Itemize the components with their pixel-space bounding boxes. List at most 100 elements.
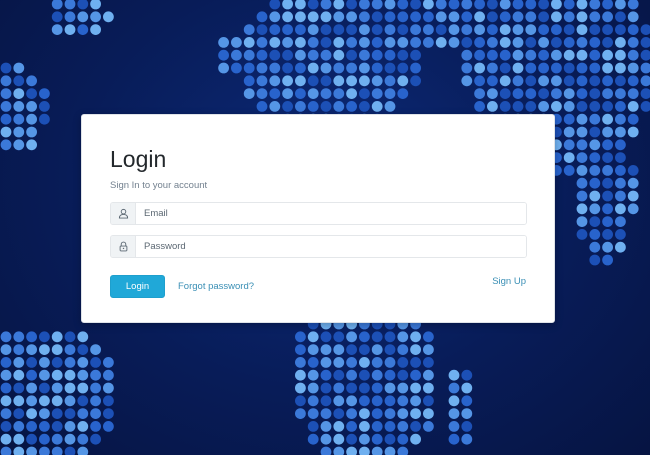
map-dot (640, 24, 650, 35)
map-dot (295, 382, 306, 394)
map-dot (563, 101, 575, 112)
map-dot (602, 0, 613, 10)
map-dot (525, 49, 537, 61)
map-dot (346, 101, 357, 112)
map-dot (39, 344, 50, 355)
map-dot (589, 11, 601, 23)
map-dot (77, 395, 89, 407)
map-dot (77, 382, 89, 394)
password-field-group (110, 235, 527, 258)
map-dot (512, 75, 524, 87)
map-dot (295, 0, 306, 10)
map-dot (487, 37, 498, 48)
map-dot (64, 433, 76, 445)
map-dot (563, 0, 575, 10)
map-dot (295, 331, 306, 343)
map-dot (423, 344, 434, 355)
map-dot (320, 433, 332, 445)
map-dot (359, 0, 370, 10)
map-dot (295, 395, 306, 407)
map-dot (307, 24, 319, 35)
map-dot (295, 49, 306, 61)
map-dot (615, 177, 626, 189)
map-dot (538, 62, 549, 74)
map-dot (90, 369, 101, 381)
map-dot (487, 49, 498, 61)
map-dot (371, 331, 383, 343)
map-dot (589, 203, 601, 215)
map-dot (0, 382, 12, 394)
map-dot (256, 75, 268, 87)
map-dot (320, 382, 332, 394)
map-dot (397, 37, 409, 48)
map-dot (448, 408, 460, 419)
map-dot (0, 446, 12, 455)
map-dot (13, 369, 25, 381)
map-dot (13, 408, 25, 419)
map-dot (320, 37, 332, 48)
map-dot (615, 216, 626, 228)
map-dot (551, 11, 562, 23)
map-dot (346, 24, 357, 35)
map-dot (333, 11, 345, 23)
map-dot (346, 331, 357, 343)
map-dot (51, 433, 63, 445)
map-dot (627, 165, 639, 176)
map-dot (320, 395, 332, 407)
map-dot (602, 139, 613, 151)
map-dot (384, 49, 396, 61)
map-dot (448, 395, 460, 407)
map-dot (499, 11, 511, 23)
login-button[interactable]: Login (110, 275, 165, 298)
map-dot (627, 190, 639, 202)
map-dot (525, 37, 537, 48)
map-dot (512, 62, 524, 74)
map-dot (64, 0, 76, 10)
map-dot (26, 382, 37, 394)
forgot-password-link[interactable]: Forgot password? (178, 281, 254, 292)
map-dot (371, 75, 383, 87)
map-dot (0, 369, 12, 381)
map-dot (320, 75, 332, 87)
map-dot (602, 101, 613, 112)
map-dot (77, 408, 89, 419)
map-dot (307, 408, 319, 419)
map-dot (64, 382, 76, 394)
map-dot (563, 49, 575, 61)
map-dot (627, 0, 639, 10)
map-dot (333, 37, 345, 48)
map-dot (103, 395, 114, 407)
map-dot (90, 0, 101, 10)
map-dot (615, 101, 626, 112)
map-dot (487, 24, 498, 35)
map-dot (627, 113, 639, 125)
map-dot (77, 0, 89, 10)
map-dot (551, 88, 562, 99)
map-dot (538, 75, 549, 87)
map-dot (589, 241, 601, 253)
map-dot (448, 0, 460, 10)
map-dot (640, 75, 650, 87)
map-dot (410, 24, 421, 35)
map-dot (397, 75, 409, 87)
map-dot (410, 369, 421, 381)
map-dot (589, 152, 601, 164)
email-field-group (110, 202, 527, 225)
map-dot (384, 24, 396, 35)
email-field[interactable] (136, 203, 526, 224)
map-dot (307, 11, 319, 23)
map-dot (615, 229, 626, 240)
map-dot (448, 24, 460, 35)
map-dot (307, 433, 319, 445)
map-dot (77, 433, 89, 445)
map-dot (231, 49, 242, 61)
map-dot (487, 75, 498, 87)
sign-up-link[interactable]: Sign Up (492, 276, 526, 287)
map-dot (525, 11, 537, 23)
map-dot (333, 344, 345, 355)
map-dot (218, 62, 230, 74)
map-dot (435, 11, 447, 23)
password-field[interactable] (136, 236, 526, 257)
map-dot (51, 408, 63, 419)
map-dot (320, 24, 332, 35)
